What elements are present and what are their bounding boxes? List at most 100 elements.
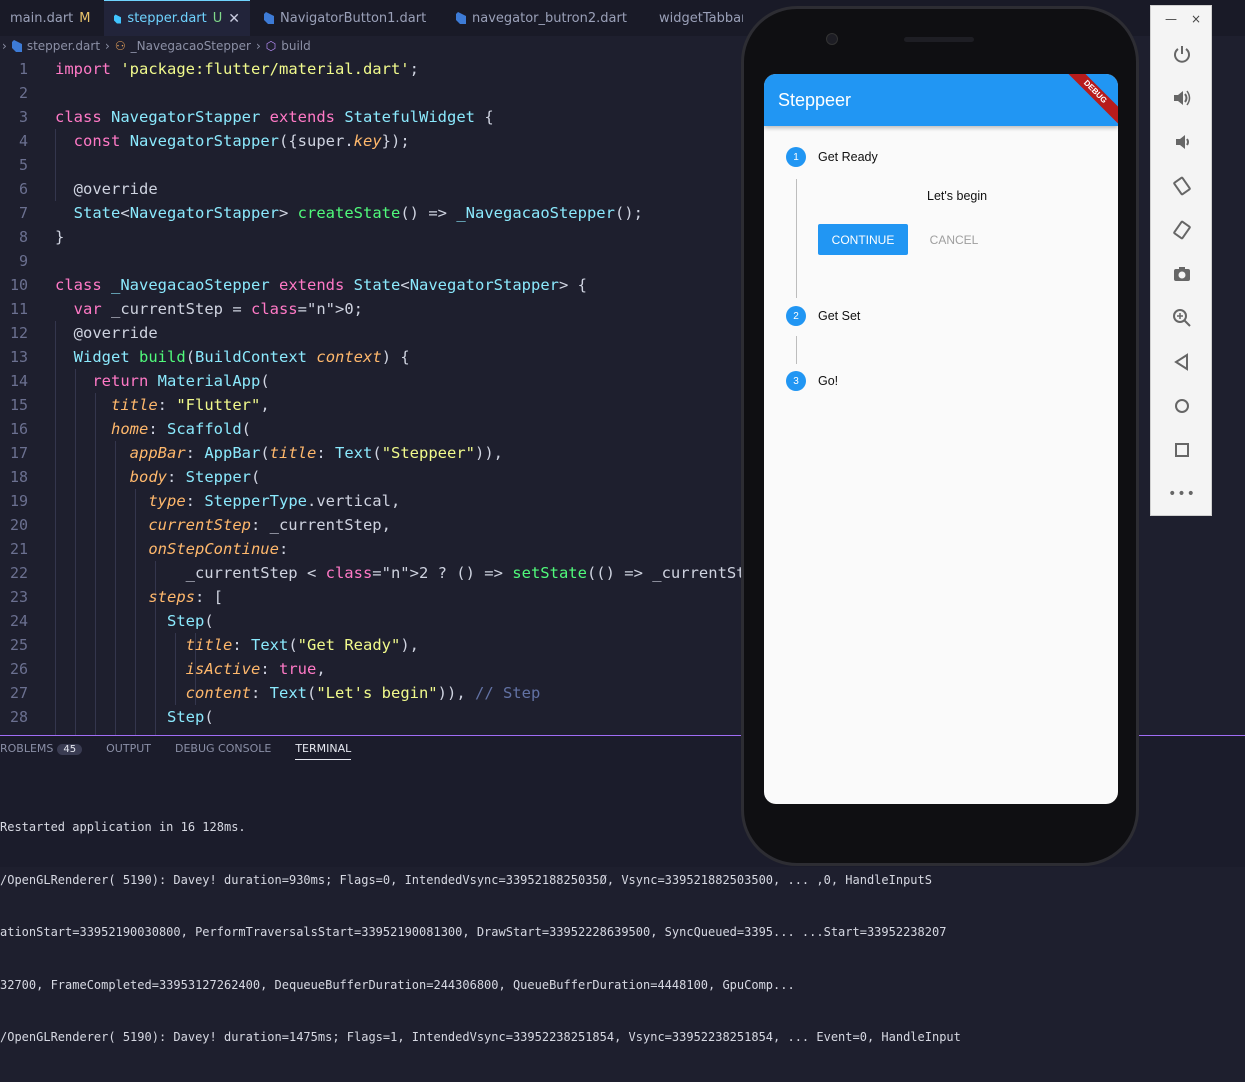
tab-problems[interactable]: ROBLEMS 45	[0, 742, 83, 760]
untracked-marker: U	[212, 11, 223, 26]
line-number: 28	[9, 708, 28, 726]
tab-debug-console[interactable]: DEBUG CONSOLE	[175, 742, 271, 760]
line-number: 4	[18, 132, 28, 150]
line-number: 21	[9, 540, 28, 558]
breadcrumb: › stepper.dart › ⚇ _NavegacaoStepper › ⬡…	[0, 36, 311, 56]
breadcrumb-file[interactable]: stepper.dart	[27, 39, 100, 53]
code-line: Step(	[166, 708, 214, 726]
line-number: 11	[9, 300, 28, 318]
emulator-window-controls: — ×	[1151, 6, 1211, 32]
tab-navegator-butron2[interactable]: navegator_butron2.dart	[446, 0, 642, 36]
line-number-gutter: 1 2 3 4 5 6 7 8 9 10 11 12 13 14 15 16 1…	[0, 57, 44, 729]
line-number: 19	[9, 492, 28, 510]
step-1-circle[interactable]: 1	[786, 147, 806, 167]
terminal-line: /OpenGLRenderer( 5190): Davey! duration=…	[0, 872, 932, 887]
breadcrumb-class[interactable]: _NavegacaoStepper	[131, 39, 251, 53]
code-line: title: Text("Get Ready"),	[185, 636, 419, 654]
line-number: 7	[18, 204, 28, 222]
line-number: 8	[18, 228, 28, 246]
line-number: 14	[9, 372, 28, 390]
more-icon: •••	[1168, 486, 1196, 502]
line-number: 22	[9, 564, 28, 582]
line-number: 2	[18, 84, 28, 102]
power-button[interactable]	[1151, 32, 1213, 76]
debug-banner: DEBUG	[1058, 74, 1118, 129]
close-icon[interactable]: ×	[1191, 12, 1201, 26]
minimize-icon[interactable]: —	[1165, 12, 1177, 26]
continue-button[interactable]: CONTINUE	[818, 224, 908, 255]
line-number: 18	[9, 468, 28, 486]
screenshot-button[interactable]	[1151, 252, 1213, 296]
camera-icon	[1174, 267, 1190, 281]
line-number: 15	[9, 396, 28, 414]
step-3-circle[interactable]: 3	[786, 371, 806, 391]
volume-up-icon	[1174, 90, 1191, 106]
code-line: return MaterialApp(	[92, 372, 270, 390]
zoom-icon	[1173, 309, 1191, 327]
modified-marker: M	[79, 10, 91, 26]
code-line: State<NavegatorStapper> createState() =>…	[73, 204, 643, 222]
line-number: 24	[9, 612, 28, 630]
code-line: var _currentStep = class="n">0;	[73, 300, 363, 318]
code-line: body: Stepper(	[129, 468, 261, 486]
volume-up-button[interactable]	[1151, 76, 1213, 120]
line-number: 23	[9, 588, 28, 606]
line-number: 1	[18, 60, 28, 78]
line-number: 10	[9, 276, 28, 294]
code-line: onStepContinue:	[148, 540, 289, 558]
line-number: 13	[9, 348, 28, 366]
overview-icon	[1175, 443, 1189, 457]
rotate-left-button[interactable]	[1151, 164, 1213, 208]
more-options-button[interactable]: •••	[1151, 472, 1213, 516]
code-line: @override	[55, 324, 158, 342]
rotate-left-icon	[1173, 176, 1191, 196]
step-connector-line	[796, 179, 797, 298]
line-number: 17	[9, 444, 28, 462]
step-2-title[interactable]: Get Set	[818, 309, 860, 323]
code-line: isActive: true,	[185, 660, 326, 678]
terminal-line: ationStart=33952190030800, PerformTraver…	[0, 925, 947, 939]
tab-label: navegator_butron2.dart	[472, 10, 627, 26]
device-screen[interactable]: Steppeer DEBUG 1 Get Ready Let's begin C…	[764, 74, 1118, 804]
home-button[interactable]	[1151, 384, 1213, 428]
step-2-circle[interactable]: 2	[786, 306, 806, 326]
code-line: class NavegatorStapper extends StatefulW…	[55, 108, 494, 126]
code-line: appBar: AppBar(title: Text("Steppeer")),	[129, 444, 504, 462]
line-number: 9	[18, 252, 28, 270]
line-number: 26	[9, 660, 28, 678]
tab-label: ROBLEMS	[0, 742, 54, 755]
volume-down-button[interactable]	[1151, 120, 1213, 164]
line-number: 25	[9, 636, 28, 654]
code-editor[interactable]: import 'package:flutter/material.dart'; …	[55, 57, 755, 729]
code-line: const NavegatorStapper({super.key});	[73, 132, 410, 150]
volume-down-icon	[1176, 135, 1189, 149]
close-tab-icon[interactable]: ✕	[228, 11, 240, 27]
tab-main-dart[interactable]: main.dart M	[0, 0, 104, 36]
zoom-button[interactable]	[1151, 296, 1213, 340]
step-content: Let's begin	[927, 189, 988, 203]
tab-stepper-dart[interactable]: stepper.dart U ✕	[104, 0, 250, 36]
back-button[interactable]	[1151, 340, 1213, 384]
step-3-title[interactable]: Go!	[818, 374, 838, 388]
cancel-button[interactable]: CANCEL	[916, 224, 992, 255]
overview-button[interactable]	[1151, 428, 1213, 472]
android-emulator-device: Steppeer DEBUG 1 Get Ready Let's begin C…	[741, 6, 1139, 866]
code-line: @override	[55, 180, 158, 198]
chevron-right-icon: ›	[105, 39, 110, 53]
rotate-right-button[interactable]	[1151, 208, 1213, 252]
back-icon	[1174, 353, 1188, 371]
tab-widgettabbar[interactable]: widgetTabbar.d	[643, 0, 743, 36]
tab-output[interactable]: OUTPUT	[106, 742, 151, 760]
code-line: _currentStep < class="n">2 ? () => setSt…	[55, 564, 755, 582]
tab-label: widgetTabbar.d	[659, 10, 743, 26]
step-1-title[interactable]: Get Ready	[818, 150, 878, 164]
terminal-line: 32700, FrameCompleted=33953127262400, De…	[0, 977, 795, 992]
emulator-toolbar: — × •••	[1150, 5, 1212, 516]
breadcrumb-method[interactable]: build	[281, 39, 311, 53]
tab-terminal[interactable]: TERMINAL	[295, 742, 352, 760]
app-bar: Steppeer DEBUG	[764, 74, 1118, 129]
code-line: home: Scaffold(	[111, 420, 251, 438]
tab-navigatorbutton1[interactable]: NavigatorButton1.dart	[254, 0, 439, 36]
